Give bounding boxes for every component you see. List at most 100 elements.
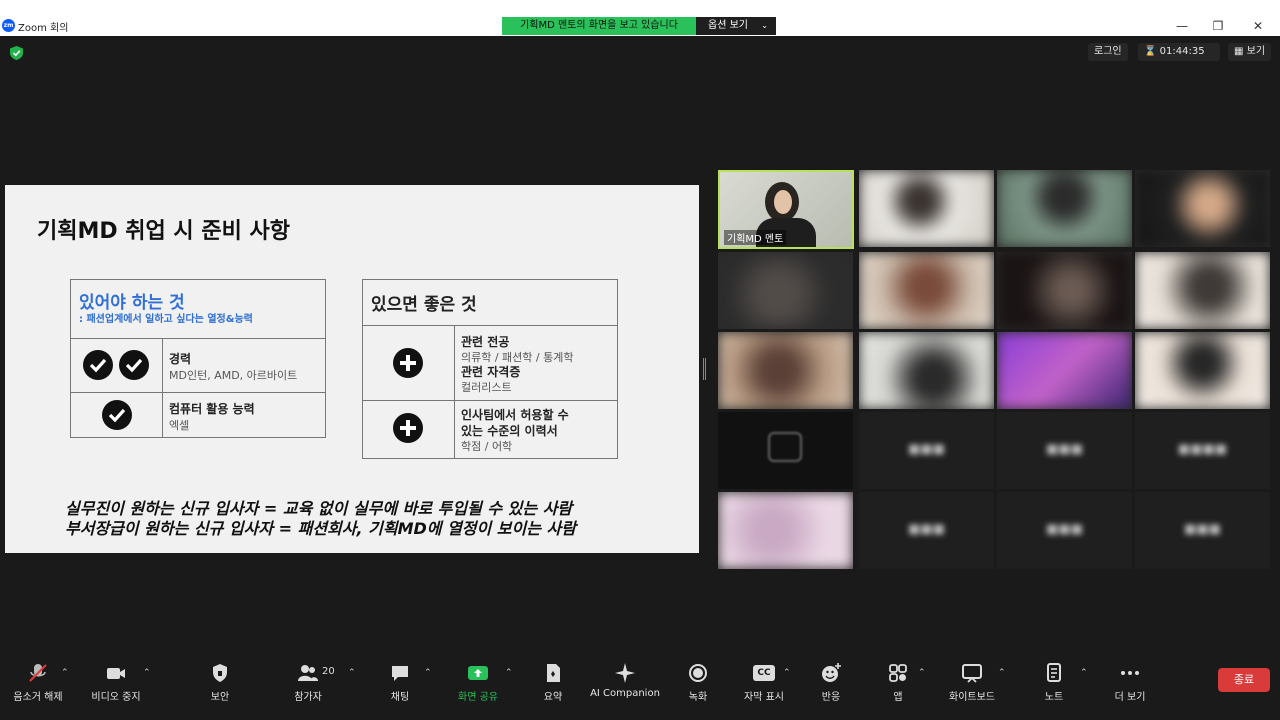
security-label: 보안 (210, 692, 230, 703)
item-sub: 엑셀 (169, 419, 190, 432)
list-item: 컴퓨터 활용 능력 엑셀 (71, 392, 325, 437)
video-tile[interactable] (997, 170, 1132, 247)
grid-icon: ▦ (1234, 46, 1244, 57)
microphone-muted-icon (29, 664, 47, 682)
must-have-box: 있어야 하는 것 : 패션업계에서 일하고 싶다는 열정&능력 경력 MD인턴,… (70, 279, 326, 438)
item-title: 컴퓨터 활용 능력 (169, 402, 255, 416)
item-title: 관련 전공 (461, 335, 510, 349)
apps-label: 앱 (893, 692, 903, 703)
chat-icon (392, 666, 408, 681)
closed-captions-icon: CC (753, 665, 775, 681)
participants-button[interactable]: 참가자 (268, 662, 348, 703)
meeting-toolbar: 음소거 해제 ⌃ 비디오 중지 ⌃ 보안 참가자 20 ⌃ 채팅 ⌃ 화면 공유… (0, 650, 1280, 720)
apps-icon (889, 664, 907, 682)
video-tile[interactable]: ■■■■ (1135, 412, 1270, 489)
chevron-up-icon[interactable]: ⌃ (143, 668, 151, 678)
security-button[interactable]: 보안 (180, 662, 260, 703)
list-item: 경력 MD인턴, AMD, 아르바이트 (71, 338, 325, 392)
video-tile[interactable] (997, 252, 1132, 329)
summary-button[interactable]: 요약 (513, 662, 593, 703)
item-title: 있는 수준의 이력서 (461, 424, 558, 438)
record-label: 녹화 (688, 692, 708, 703)
must-have-subheading: : 패션업계에서 일하고 싶다는 열정&능력 (79, 314, 253, 325)
item-sub: 학점 / 어학 (461, 440, 513, 453)
share-screen-label: 화면 공유 (458, 692, 498, 703)
video-tile[interactable]: ■■■ (859, 492, 994, 569)
apps-button[interactable]: 앱 (858, 662, 938, 703)
chevron-up-icon[interactable]: ⌃ (1080, 668, 1088, 678)
close-icon[interactable]: ✕ (1248, 16, 1268, 36)
hourglass-icon: ⌛ (1144, 46, 1157, 57)
list-item: 인사팀에서 허용할 수 있는 수준의 이력서 학점 / 어학 (363, 400, 617, 458)
chevron-up-icon[interactable]: ⌃ (783, 668, 791, 678)
end-meeting-button[interactable]: 종료 (1218, 668, 1270, 692)
view-options-button[interactable]: 옵션 보기 ⌄ (696, 17, 776, 35)
video-tile[interactable] (1135, 332, 1270, 409)
whiteboard-label: 화이트보드 (949, 692, 995, 703)
nice-to-have-heading: 있으면 좋은 것 (371, 295, 477, 315)
list-item: 관련 전공 의류학 / 패션학 / 통계학 관련 자격증 컬러리스트 (363, 325, 617, 400)
participant-name: 기획MD 멘토 (724, 230, 787, 245)
slide-title: 기획MD 취업 시 준비 사항 (37, 219, 290, 244)
more-dots-icon (1121, 671, 1139, 675)
video-tile[interactable]: ■■■ (997, 492, 1132, 569)
video-tile[interactable] (718, 332, 853, 409)
reactions-label: 반응 (821, 692, 841, 703)
item-title: 관련 자격증 (461, 365, 521, 379)
timer-value: 01:44:35 (1159, 46, 1205, 57)
chevron-down-icon: ⌄ (761, 21, 768, 30)
split-handle[interactable] (703, 358, 706, 380)
video-camera-icon (107, 668, 125, 679)
participants-label: 참가자 (294, 692, 322, 703)
video-tile[interactable] (718, 252, 853, 329)
summary-line-2: 부서장급이 원하는 신규 입사자 = 패션회사, 기획MD에 열정이 보이는 사… (65, 519, 576, 538)
plus-circle-icon (393, 413, 423, 443)
shield-icon (213, 664, 227, 682)
chevron-up-icon[interactable]: ⌃ (505, 668, 513, 678)
view-label: 보기 (1246, 46, 1266, 57)
sparkle-icon (615, 663, 635, 683)
camera-off-icon (768, 432, 802, 462)
video-tile[interactable] (859, 252, 994, 329)
video-tile[interactable]: ■■■ (997, 412, 1132, 489)
video-tile[interactable] (997, 332, 1132, 409)
summary-label: 요약 (543, 692, 563, 703)
check-circle-icon (102, 400, 132, 430)
video-tile[interactable] (1135, 252, 1270, 329)
share-screen-icon (468, 666, 488, 680)
item-sub: MD인턴, AMD, 아르바이트 (169, 369, 298, 382)
unmute-label: 음소거 해제 (13, 692, 63, 703)
video-tile[interactable] (1135, 170, 1270, 247)
item-sub: 컬러리스트 (461, 381, 512, 394)
item-title: 경력 (169, 352, 192, 366)
more-label: 더 보기 (1114, 692, 1146, 703)
participants-icon (298, 665, 318, 681)
view-button[interactable]: ▦ 보기 (1228, 43, 1272, 61)
video-tile[interactable] (718, 412, 853, 489)
video-tile[interactable] (718, 492, 853, 569)
chevron-up-icon[interactable]: ⌃ (918, 668, 926, 678)
video-tile[interactable]: ■■■ (1135, 492, 1270, 569)
video-tile[interactable]: ■■■ (859, 412, 994, 489)
chevron-up-icon[interactable]: ⌃ (348, 668, 356, 678)
shield-icon[interactable] (10, 46, 23, 60)
chevron-up-icon[interactable]: ⌃ (61, 668, 69, 678)
video-tile[interactable] (859, 332, 994, 409)
chevron-up-icon[interactable]: ⌃ (424, 668, 432, 678)
record-icon (689, 664, 707, 682)
login-button[interactable]: 로그인 (1088, 43, 1128, 61)
ai-companion-button[interactable]: AI Companion (585, 662, 665, 699)
video-tile[interactable] (859, 170, 994, 247)
more-button[interactable]: 더 보기 (1090, 662, 1170, 703)
whiteboard-icon (962, 664, 982, 683)
restore-icon[interactable]: ❐ (1208, 16, 1228, 36)
title-bar: zm Zoom 회의 기획MD 멘토의 화면을 보고 있습니다 옵션 보기 ⌄ … (0, 0, 1280, 36)
check-circle-icon (83, 350, 113, 380)
minimize-icon[interactable]: — (1172, 16, 1192, 36)
meeting-timer[interactable]: ⌛ 01:44:35 (1138, 43, 1220, 61)
shared-screen-slide: 기획MD 취업 시 준비 사항 있어야 하는 것 : 패션업계에서 일하고 싶다… (5, 185, 699, 553)
chevron-up-icon[interactable]: ⌃ (998, 668, 1006, 678)
smiley-icon (822, 663, 841, 682)
video-tile-active[interactable]: 기획MD 멘토 (718, 170, 854, 249)
plus-circle-icon (393, 348, 423, 378)
